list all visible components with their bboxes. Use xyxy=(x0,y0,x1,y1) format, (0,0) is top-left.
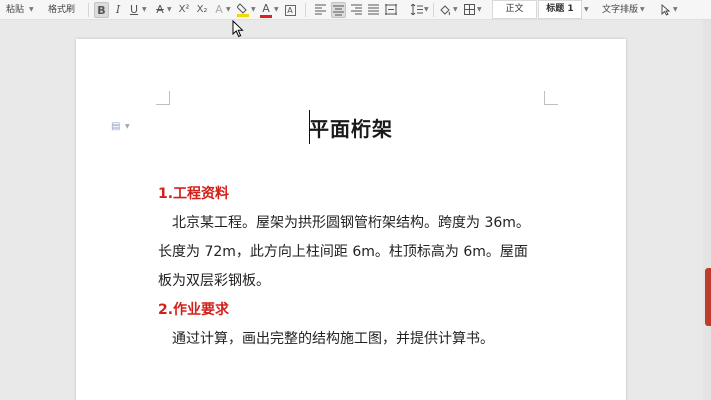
align-center-button[interactable] xyxy=(331,2,346,18)
border-grid-icon xyxy=(463,4,475,15)
borders-button[interactable] xyxy=(462,2,476,18)
underline-icon: U xyxy=(129,3,139,16)
vertical-scrollbar[interactable] xyxy=(703,20,711,400)
format-painter-label: 格式刷 xyxy=(48,5,76,15)
format-painter-button[interactable]: 格式刷 xyxy=(48,2,75,18)
styles-more-icon[interactable]: ▼ xyxy=(584,2,589,18)
underline-button[interactable]: U xyxy=(128,2,140,18)
style-normal-label: 正文 xyxy=(505,4,524,14)
section-heading-1: 1.工程资料 xyxy=(158,186,230,202)
scrollbar-thumb[interactable] xyxy=(705,268,711,326)
body-text-line: 板为双层彩钢板。 xyxy=(158,273,270,289)
toolbar-divider xyxy=(305,3,306,17)
style-heading-1[interactable]: 标题 1 xyxy=(538,0,582,19)
body-text-line: 通过计算，画出完整的结构施工图，并提供计算书。 xyxy=(172,331,494,347)
margin-corner-mark xyxy=(156,91,170,105)
body-text-line: 长度为 72m，此方向上柱间距 6m。柱顶标高为 6m。屋面 xyxy=(158,244,528,260)
text-cursor xyxy=(309,110,310,144)
paste-label: 粘贴 xyxy=(6,5,25,15)
distributed-align-icon xyxy=(385,4,397,15)
shading-dropdown-icon[interactable]: ▼ xyxy=(453,2,458,18)
mouse-pointer-icon xyxy=(232,20,244,38)
text-layout-button[interactable]: 文字排版 xyxy=(602,2,638,18)
text-effect-button[interactable]: A xyxy=(213,2,225,18)
text-layout-dropdown-icon[interactable]: ▼ xyxy=(640,2,645,18)
font-color-icon: A xyxy=(262,2,270,15)
italic-icon: I xyxy=(115,3,121,16)
paste-button[interactable]: 粘贴 xyxy=(6,2,24,18)
subscript-button[interactable]: X₂ xyxy=(194,2,210,18)
line-spacing-dropdown-icon[interactable]: ▼ xyxy=(424,2,429,18)
margin-corner-mark xyxy=(544,91,558,105)
style-normal[interactable]: 正文 xyxy=(492,0,537,19)
align-left-icon xyxy=(315,4,326,15)
select-tool-dropdown-icon[interactable]: ▼ xyxy=(673,2,678,18)
toolbar-divider xyxy=(433,3,434,17)
text-effect-icon: A xyxy=(215,3,223,16)
strikethrough-icon: A xyxy=(156,3,164,16)
bold-button[interactable]: B xyxy=(94,2,109,18)
strikethrough-dropdown-icon[interactable]: ▼ xyxy=(167,2,172,18)
font-color-swatch xyxy=(260,15,272,18)
body-text-line: 北京某工程。屋架为拱形圆钢管桁架结构。跨度为 36m。 xyxy=(172,215,530,231)
character-border-button[interactable]: A xyxy=(284,2,296,18)
paint-bucket-icon xyxy=(440,4,450,15)
highlight-color-swatch xyxy=(237,13,249,17)
paste-dropdown-icon[interactable]: ▼ xyxy=(29,2,34,18)
document-title: 平面桁架 xyxy=(309,117,393,141)
subscript-icon: X₂ xyxy=(196,4,208,15)
justify-button[interactable] xyxy=(367,2,380,18)
font-color-dropdown-icon[interactable]: ▼ xyxy=(274,2,279,18)
highlight-dropdown-icon[interactable]: ▼ xyxy=(251,2,256,18)
style-heading-1-label: 标题 1 xyxy=(546,4,574,14)
justify-icon xyxy=(368,4,379,15)
align-right-icon xyxy=(351,4,362,15)
bold-icon: B xyxy=(97,4,106,17)
superscript-button[interactable]: X² xyxy=(176,2,192,18)
strikethrough-button[interactable]: A xyxy=(154,2,166,18)
document-page[interactable]: ▤ ▼ 平面桁架 1.工程资料 北京某工程。屋架为拱形圆钢管桁架结构。跨度为 3… xyxy=(76,39,626,400)
arrow-cursor-icon xyxy=(661,3,670,16)
highlight-button[interactable] xyxy=(236,2,250,18)
toolbar-divider xyxy=(88,3,89,17)
superscript-icon: X² xyxy=(178,4,190,15)
highlighter-icon xyxy=(236,2,249,17)
section-heading-2: 2.作业要求 xyxy=(158,302,230,318)
align-right-button[interactable] xyxy=(350,2,363,18)
text-layout-label: 文字排版 xyxy=(602,5,639,15)
character-border-icon: A xyxy=(284,5,296,16)
distributed-align-button[interactable] xyxy=(384,2,398,18)
align-center-icon xyxy=(333,5,344,16)
italic-button[interactable]: I xyxy=(112,2,124,18)
font-color-button[interactable]: A xyxy=(260,2,272,18)
shading-button[interactable] xyxy=(438,2,452,18)
line-spacing-button[interactable] xyxy=(410,2,423,18)
line-spacing-icon xyxy=(410,3,423,16)
text-effect-dropdown-icon[interactable]: ▼ xyxy=(226,2,231,18)
select-tool-button[interactable] xyxy=(658,2,672,18)
align-left-button[interactable] xyxy=(314,2,327,18)
borders-dropdown-icon[interactable]: ▼ xyxy=(477,2,482,18)
underline-dropdown-icon[interactable]: ▼ xyxy=(142,2,147,18)
ribbon-toolbar: 粘贴 ▼ 格式刷 B I U ▼ A ▼ X² X₂ A ▼ ▼ A ▼ A ▼… xyxy=(0,0,711,20)
